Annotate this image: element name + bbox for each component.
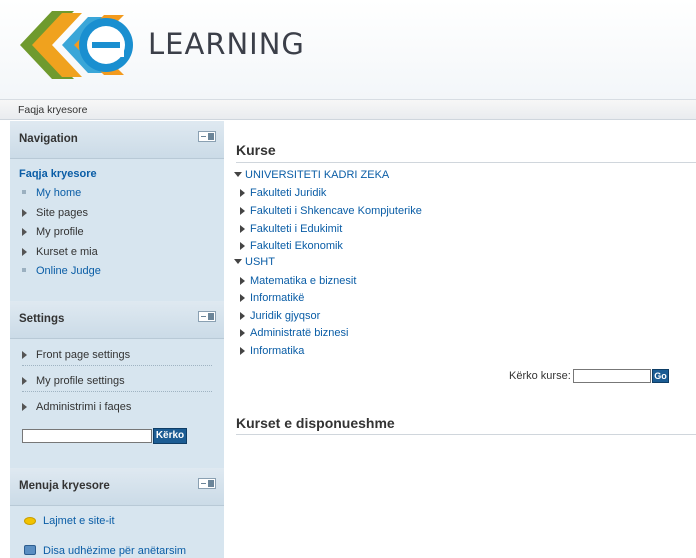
main-menu-block-title: Menuja kryesore (19, 480, 110, 492)
main-content: Kurse UNIVERSITETI KADRI ZEKA Fakulteti … (234, 121, 696, 558)
nav-item-label: Online Judge (36, 265, 101, 277)
subcategory-label: Informatikë (250, 292, 305, 304)
subcategory-item[interactable]: Fakulteti Juridik (240, 187, 326, 199)
menu-item-site-news[interactable]: Lajmet e site-it (24, 515, 115, 527)
expand-arrow-icon (240, 242, 245, 250)
expand-arrow-icon (240, 207, 245, 215)
menu-item-label: Lajmet e site-it (43, 515, 115, 527)
nav-item-label: My home (36, 187, 82, 199)
subcategory-item[interactable]: Fakulteti Ekonomik (240, 240, 343, 252)
nav-item-label: Site pages (36, 207, 88, 219)
subcategory-label: Fakulteti Ekonomik (250, 240, 343, 252)
expand-arrow-icon (22, 403, 27, 411)
settings-item-site-admin[interactable]: Administrimi i faqes (22, 401, 212, 417)
logo-wordmark: LEARNING (148, 27, 305, 61)
subcategory-item[interactable]: Matematika e biznesit (240, 275, 356, 287)
expand-arrow-icon (22, 228, 27, 236)
settings-block-title: Settings (19, 313, 65, 325)
nav-item-label: Kurset e mia (36, 246, 98, 258)
subcategory-item[interactable]: Juridik gjyqsor (240, 310, 320, 322)
main-menu-block-header: Menuja kryesore (10, 468, 224, 506)
settings-block-header: Settings (10, 301, 224, 339)
subcategory-item[interactable]: Informatika (240, 345, 304, 357)
subcategory-item[interactable]: Informatikë (240, 292, 304, 304)
settings-item-front-page[interactable]: Front page settings (22, 349, 212, 366)
subcategory-item[interactable]: Fakulteti i Edukimit (240, 223, 342, 235)
subcategory-label: Administratë biznesi (250, 327, 349, 339)
expand-arrow-icon (22, 351, 27, 359)
chat-bubble-icon (24, 517, 36, 525)
menu-item-label: Disa udhëzime për anëtarsim (43, 545, 187, 557)
category-label: USHT (245, 256, 275, 268)
nav-item-label: My profile (36, 226, 84, 238)
category-universiteti-kadri-zeka[interactable]: UNIVERSITETI KADRI ZEKA (234, 169, 389, 181)
nav-item-my-home[interactable]: My home (22, 187, 81, 199)
square-bullet-icon (22, 268, 26, 272)
expand-arrow-icon (240, 225, 245, 233)
nav-item-my-courses[interactable]: Kurset e mia (22, 246, 98, 258)
collapse-arrow-icon (234, 259, 242, 264)
settings-item-label: Front page settings (36, 349, 131, 361)
expand-arrow-icon (240, 294, 245, 302)
settings-item-my-profile[interactable]: My profile settings (22, 375, 212, 392)
site-logo[interactable]: LEARNING (12, 5, 342, 85)
square-bullet-icon (22, 190, 26, 194)
divider (236, 434, 696, 435)
subcategory-label: Juridik gjyqsor (250, 310, 321, 322)
category-usht[interactable]: USHT (234, 256, 275, 268)
subcategory-item[interactable]: Fakulteti i Shkencave Kompjuterike (240, 205, 422, 217)
settings-search-button[interactable]: Kërko (153, 428, 187, 444)
subcategory-item[interactable]: Administratë biznesi (240, 327, 348, 339)
subcategory-label: Matematika e biznesit (250, 275, 357, 287)
document-icon (24, 545, 36, 555)
dock-icon[interactable] (198, 131, 216, 142)
subcategory-label: Fakulteti Juridik (250, 187, 327, 199)
expand-arrow-icon (240, 312, 245, 320)
menu-item-signup-guide[interactable]: Disa udhëzime për anëtarsim (24, 545, 186, 557)
nav-item-home[interactable]: Faqja kryesore (19, 168, 97, 180)
expand-arrow-icon (22, 377, 27, 385)
subcategory-label: Informatika (250, 345, 305, 357)
sidebar: Navigation Faqja kryesore My home Site p… (10, 121, 224, 558)
expand-arrow-icon (240, 329, 245, 337)
breadcrumb: Faqja kryesore (0, 100, 696, 120)
settings-item-label: My profile settings (36, 375, 125, 387)
settings-item-label: Administrimi i faqes (36, 401, 132, 413)
subcategory-label: Fakulteti i Edukimit (250, 223, 343, 235)
nav-item-site-pages[interactable]: Site pages (22, 207, 88, 219)
course-search-button[interactable]: Go (652, 369, 669, 383)
dock-icon[interactable] (198, 311, 216, 322)
subcategory-label: Fakulteti i Shkencave Kompjuterike (250, 205, 422, 217)
site-header: LEARNING (0, 0, 696, 100)
courses-title: Kurse (236, 142, 276, 158)
divider (236, 162, 696, 163)
available-courses-title: Kurset e disponueshme (236, 415, 395, 431)
dock-icon[interactable] (198, 478, 216, 489)
breadcrumb-home-link[interactable]: Faqja kryesore (18, 104, 87, 116)
expand-arrow-icon (22, 209, 27, 217)
expand-arrow-icon (240, 189, 245, 197)
navigation-block-title: Navigation (19, 133, 78, 145)
navigation-block-header: Navigation (10, 121, 224, 159)
expand-arrow-icon (22, 248, 27, 256)
expand-arrow-icon (240, 277, 245, 285)
settings-search-input[interactable] (22, 429, 152, 443)
course-search-input[interactable] (573, 369, 651, 383)
category-label: UNIVERSITETI KADRI ZEKA (245, 169, 390, 181)
nav-item-online-judge[interactable]: Online Judge (22, 265, 101, 277)
course-search-label: Kërko kurse: (509, 370, 571, 382)
nav-item-my-profile[interactable]: My profile (22, 226, 84, 238)
expand-arrow-icon (240, 347, 245, 355)
collapse-arrow-icon (234, 172, 242, 177)
